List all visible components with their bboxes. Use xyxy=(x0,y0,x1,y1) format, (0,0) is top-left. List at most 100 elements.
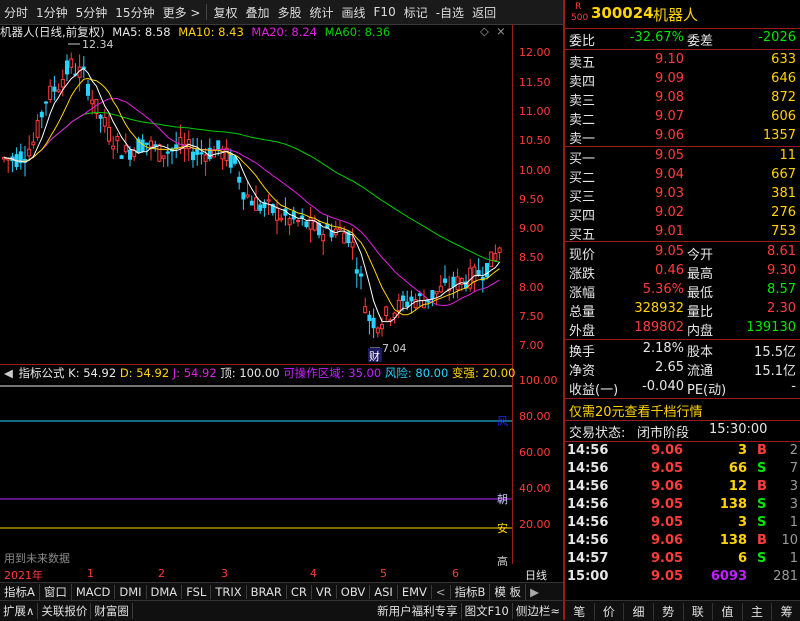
more-arrow-icon[interactable]: ▶ xyxy=(526,585,543,599)
tab-indicator-a[interactable]: 指标A xyxy=(0,584,40,600)
promo-link[interactable]: 仅需20元查看千档行情 xyxy=(569,401,703,420)
bid-row[interactable]: 买一 9.05 11 xyxy=(565,148,800,167)
candle-body xyxy=(367,314,372,322)
related-quotes-link[interactable]: 关联报价 xyxy=(38,603,92,619)
multi-stock-button[interactable]: 多股 xyxy=(273,4,305,21)
order-diff-value: -2026 xyxy=(758,30,796,45)
close-icon[interactable]: × xyxy=(496,24,506,38)
scroll-arrow-icon[interactable]: < xyxy=(432,585,451,599)
level-volume: 276 xyxy=(771,205,796,220)
tick-volume: 6093 xyxy=(710,569,747,584)
level-label: 卖五 xyxy=(569,56,596,71)
candle-body xyxy=(443,278,447,283)
tab-macd[interactable]: MACD xyxy=(72,585,116,599)
new-user-benefit-link[interactable]: 新用户福利专享 xyxy=(374,603,462,619)
tab-obv[interactable]: OBV xyxy=(337,585,371,599)
more-periods-button[interactable]: 更多 > xyxy=(159,4,205,21)
period-label[interactable]: 日线 xyxy=(525,567,547,583)
bid-row[interactable]: 买二 9.04 667 xyxy=(565,167,800,186)
tab-vr[interactable]: VR xyxy=(312,585,337,599)
indicator-title[interactable]: 指标公式 xyxy=(19,366,65,380)
stat-label: 内盘 xyxy=(687,324,714,339)
remove-watchlist-button[interactable]: -自选 xyxy=(432,4,468,21)
detail-tab[interactable]: 笔 xyxy=(565,602,595,620)
candlestick-chart[interactable]: 12.34 7.04 财 xyxy=(0,24,512,364)
overlay-button[interactable]: 叠加 xyxy=(241,4,273,21)
diamond-icon[interactable]: ◇ xyxy=(480,24,489,38)
detail-tab[interactable]: 势 xyxy=(654,602,684,620)
bid-row[interactable]: 买四 9.02 276 xyxy=(565,205,800,224)
tab-template[interactable]: 模 板 xyxy=(490,584,527,600)
statistics-button[interactable]: 统计 xyxy=(306,4,338,21)
expand-button[interactable]: 扩展∧ xyxy=(0,603,39,619)
f10-graphic-link[interactable]: 图文F10 xyxy=(462,603,513,619)
detail-tab[interactable]: 主 xyxy=(743,602,773,620)
bid-row[interactable]: 买三 9.03 381 xyxy=(565,186,800,205)
mark-button[interactable]: 标记 xyxy=(400,4,432,21)
tick-volume: 12 xyxy=(728,479,747,494)
candle-body xyxy=(98,114,103,119)
tab-asi[interactable]: ASI xyxy=(370,585,398,599)
stat-row: 总量 328932 量比 2.30 xyxy=(565,301,800,320)
ask-row[interactable]: 卖二 9.07 606 xyxy=(565,109,800,128)
candle-body xyxy=(485,263,489,278)
ask-row[interactable]: 卖五 9.10 633 xyxy=(565,52,800,71)
tab-dma[interactable]: DMA xyxy=(147,585,183,599)
tab-cr[interactable]: CR xyxy=(287,585,312,599)
detail-tab[interactable]: 筹 xyxy=(772,603,800,620)
tab-emv[interactable]: EMV xyxy=(398,585,432,599)
detail-tab[interactable]: 值 xyxy=(713,602,743,620)
tab-dmi[interactable]: DMI xyxy=(115,585,147,599)
promo-row[interactable]: 仅需20元查看千档行情 xyxy=(565,401,800,420)
candle-body xyxy=(321,234,326,242)
back-button[interactable]: 返回 xyxy=(468,4,500,21)
tab-1min[interactable]: 1分钟 xyxy=(32,4,72,21)
sidebar-toggle[interactable]: 侧边栏≈ xyxy=(513,603,563,619)
level-volume: 381 xyxy=(771,186,796,201)
candle-body xyxy=(115,135,120,142)
candle-body xyxy=(123,145,128,153)
candle-body xyxy=(249,200,254,206)
f10-button[interactable]: F10 xyxy=(370,5,400,19)
detail-tab[interactable]: 价 xyxy=(595,602,625,620)
detail-tab[interactable]: 细 xyxy=(624,602,654,620)
tab-15min[interactable]: 15分钟 xyxy=(111,4,158,21)
trade-status-label: 交易状态: xyxy=(569,426,626,441)
candle-body xyxy=(279,217,284,221)
ma60-value: MA60: 8.36 xyxy=(324,25,391,39)
indicator-menu-icon[interactable]: ◀ xyxy=(4,366,13,380)
stat-value: 189802 xyxy=(634,320,684,335)
month-label: 2 xyxy=(158,567,165,580)
candle-body xyxy=(409,296,414,302)
ask-row[interactable]: 卖三 9.08 872 xyxy=(565,90,800,109)
price-tick-label: 8.00 xyxy=(519,280,544,294)
tab-window[interactable]: 窗口 xyxy=(40,584,72,600)
tick-time: 15:00 xyxy=(567,569,609,584)
tab-brar[interactable]: BRAR xyxy=(247,585,287,599)
candle-body xyxy=(451,276,456,288)
detail-tab[interactable]: 联 xyxy=(684,602,714,620)
tab-intraday[interactable]: 分时 xyxy=(0,4,32,21)
tab-indicator-b[interactable]: 指标B xyxy=(451,584,491,600)
wealth-circle-link[interactable]: 财富圈 xyxy=(91,603,133,619)
tab-5min[interactable]: 5分钟 xyxy=(72,4,112,21)
level-label: 买四 xyxy=(569,209,596,224)
operable-zone-value: 可操作区域: 35.00 xyxy=(283,366,382,380)
restore-rights-button[interactable]: 复权 xyxy=(209,4,241,21)
draw-line-button[interactable]: 画线 xyxy=(338,4,370,21)
ask-row[interactable]: 卖四 9.09 646 xyxy=(565,71,800,90)
tab-trix[interactable]: TRIX xyxy=(211,585,247,599)
tick-price: 9.06 xyxy=(651,479,684,494)
risk-value: 风险: 80.00 xyxy=(384,366,449,380)
tick-volume: 3 xyxy=(737,443,747,458)
candle-body xyxy=(472,266,477,283)
stat-row: 收益(一) -0.040 PE(动) - xyxy=(565,379,800,398)
ma10-value: MA10: 8.43 xyxy=(178,25,244,39)
stat-value: 2.65 xyxy=(655,360,684,375)
indicator-chart[interactable]: 风 朝 安 高 用到未来数据 xyxy=(0,382,512,566)
tab-fsl[interactable]: FSL xyxy=(182,585,212,599)
bid-row[interactable]: 买五 9.01 753 xyxy=(565,224,800,243)
tick-row: 14:57 9.05 6 S 1 xyxy=(565,551,800,569)
ask-row[interactable]: 卖一 9.06 1357 xyxy=(565,128,800,147)
stat-value: 328932 xyxy=(634,301,684,316)
